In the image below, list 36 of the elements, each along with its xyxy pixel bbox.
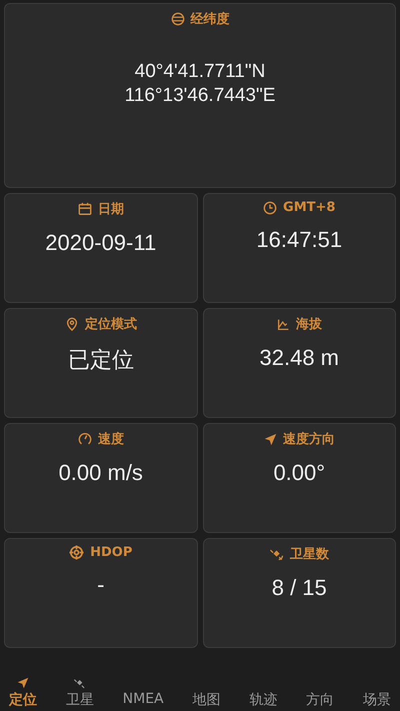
card-title: 海拔 — [296, 316, 322, 333]
card-value: 32.48 m — [260, 345, 339, 371]
nav-tab[interactable]: 卫星 — [62, 677, 97, 709]
card-value: 16:47:51 — [256, 227, 342, 253]
nav-tab[interactable]: NMEA — [120, 677, 167, 709]
card-value: - — [97, 572, 104, 598]
navigation-arrow-icon — [264, 432, 277, 446]
card-title: 速度方向 — [282, 430, 335, 448]
card-title: 卫星数 — [290, 546, 329, 563]
card-title: 定位模式 — [84, 316, 137, 333]
clock-icon — [263, 200, 278, 214]
speedometer-icon — [78, 432, 92, 446]
coordinate-value: 116°13'46.7443"E — [124, 85, 276, 107]
card-value: 0.00 m/s — [58, 460, 143, 486]
satellite-icon — [74, 677, 86, 689]
card-value: 0.00° — [273, 460, 326, 486]
location-pin-icon — [64, 317, 79, 331]
card-title: 经纬度 — [190, 10, 230, 28]
nav-tab[interactable]: 轨迹 — [246, 677, 280, 709]
card-title: GMT+8 — [283, 200, 336, 215]
card-title: 速度 — [98, 430, 124, 448]
card-value: 已定位 — [68, 346, 134, 374]
crosshair-icon — [69, 545, 84, 560]
nav-tab[interactable]: 方向 — [303, 677, 338, 709]
nav-tab[interactable]: 场景 — [360, 677, 394, 709]
calendar-icon — [78, 202, 92, 216]
satellite-icon — [270, 547, 284, 561]
card-value: 2020-09-11 — [45, 230, 156, 256]
nav-tab[interactable]: 定位 — [6, 677, 40, 709]
globe-icon — [170, 12, 184, 26]
card-value: 8 / 15 — [272, 575, 327, 601]
card-title: HDOP — [90, 545, 132, 560]
navigation-arrow-icon — [17, 677, 29, 689]
card-title: 日期 — [98, 201, 124, 218]
coordinate-value: 40°4'41.7711"N — [134, 61, 266, 83]
nav-tab[interactable]: 地图 — [189, 677, 224, 709]
